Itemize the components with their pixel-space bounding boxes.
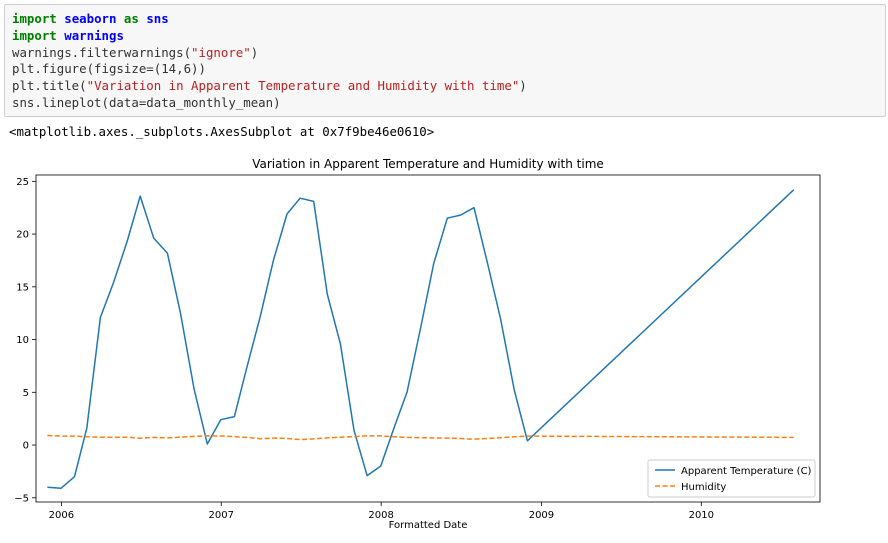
legend-label-humidity: Humidity <box>681 482 726 493</box>
plot-area <box>35 174 821 503</box>
code-token: import <box>12 11 57 26</box>
y-tick-label: 0 <box>23 441 29 452</box>
y-tick-label: 20 <box>16 230 29 241</box>
code-cell[interactable]: import seaborn as sns import warnings warn… <box>4 4 886 117</box>
y-tick-label: 15 <box>16 282 29 293</box>
code-token: ) <box>250 44 259 60</box>
chart-title: Variation in Apparent Temperature and Hu… <box>252 157 604 171</box>
code-token: warnings.filterwarnings( <box>12 44 192 60</box>
y-tick-label: 5 <box>23 388 29 399</box>
y-tick-label: −5 <box>14 493 29 504</box>
code-token: plt.figure(figsize=(14,6)) <box>12 61 206 77</box>
x-tick-label: 2010 <box>689 510 714 521</box>
y-tick-label: 10 <box>16 335 29 346</box>
code-line: import seaborn as sns <box>12 11 885 28</box>
line-chart: Variation in Apparent Temperature and Hu… <box>14 157 821 531</box>
x-tick-label: 2007 <box>209 510 234 521</box>
code-token: sns <box>146 11 169 26</box>
code-token: seaborn <box>64 11 117 26</box>
code-token: ) <box>519 78 527 94</box>
code-line: import warnings <box>12 28 885 45</box>
code-token: "ignore" <box>191 44 251 60</box>
code-token: plt.title( <box>12 78 87 94</box>
x-tick-label: 2009 <box>529 510 554 521</box>
legend: Apparent Temperature (C) Humidity <box>647 459 816 498</box>
code-line: plt.figure(figsize=(14,6)) <box>12 61 885 78</box>
code-token: sns.lineplot(data=data_monthly_mean) <box>12 94 281 110</box>
code-line: plt.title("Variation in Apparent Tempera… <box>12 78 885 95</box>
x-axis-label: Formatted Date <box>389 520 468 531</box>
code-token: warnings <box>64 27 124 43</box>
code-token: as <box>123 11 139 26</box>
code-token: import <box>12 27 57 43</box>
y-tick-label: 25 <box>16 177 29 188</box>
code-line: warnings.filterwarnings("ignore") <box>12 45 885 62</box>
legend-label-temperature: Apparent Temperature (C) <box>681 466 812 477</box>
x-axis: 2006 2007 2008 2009 2010 <box>49 502 714 521</box>
code-line: sns.lineplot(data=data_monthly_mean) <box>12 95 885 112</box>
x-tick-label: 2006 <box>49 510 74 521</box>
cell-output: <matplotlib.axes._subplots.AxesSubplot a… <box>9 124 435 139</box>
y-axis: −5 0 5 10 15 20 25 <box>14 177 36 504</box>
code-token: "Variation in Apparent Temperature and H… <box>86 78 520 94</box>
